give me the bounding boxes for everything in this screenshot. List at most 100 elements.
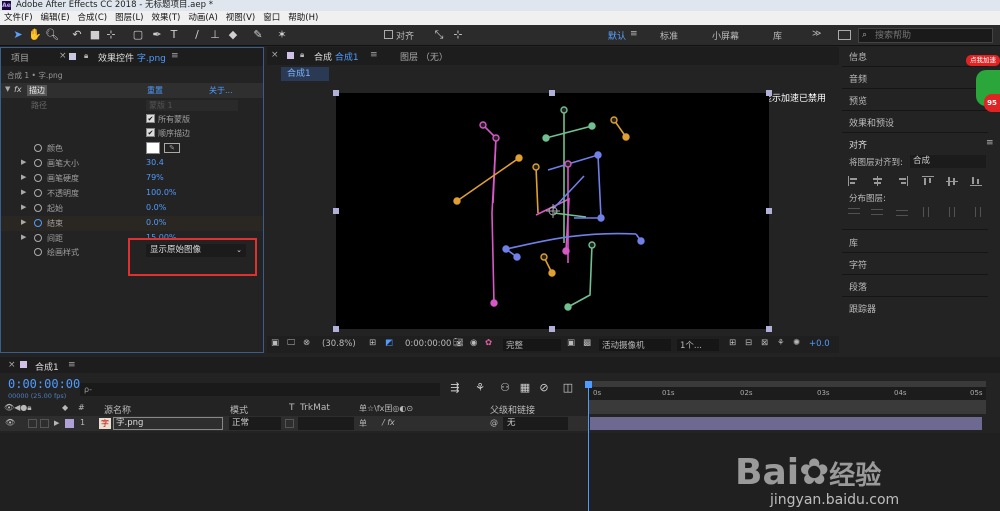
region-icon[interactable]: ◩ (385, 338, 393, 348)
flowchart-icon[interactable]: ⚘ (777, 338, 785, 348)
timecode-display[interactable]: 0:00:00:00 (405, 339, 451, 349)
snap-option2-icon[interactable]: ⊹ (451, 28, 465, 42)
selection-tool-icon[interactable]: ➤ (11, 28, 25, 42)
draft-3d-icon[interactable]: ⚘ (473, 381, 487, 395)
tab-close-icon[interactable]: × (8, 360, 16, 370)
shy-icon[interactable]: ⚇ (498, 381, 512, 395)
comp-canvas[interactable] (336, 93, 769, 329)
menu-layer[interactable]: 图层(L) (111, 11, 147, 25)
fx-switch[interactable]: / fx (382, 418, 395, 427)
path-dropdown[interactable]: 蒙版 1 (146, 100, 238, 111)
work-area-range[interactable] (588, 400, 986, 414)
tab-close-icon[interactable]: × (59, 51, 67, 61)
bounding-handle[interactable] (333, 90, 339, 96)
bounding-handle[interactable] (766, 208, 772, 214)
workspace-default[interactable]: 默认 (608, 29, 626, 42)
transparency-grid-icon[interactable]: ▩ (583, 338, 591, 348)
stopwatch-icon[interactable] (34, 189, 42, 197)
panel-align-title[interactable]: 对齐 (849, 138, 867, 151)
property-row[interactable]: ▶ 画笔硬度 79% (1, 171, 263, 186)
layer-name[interactable]: 字.png (113, 417, 223, 430)
fit-icon[interactable]: ⊞ (369, 338, 376, 348)
quality-dropdown[interactable]: 完整 (503, 339, 561, 351)
property-row[interactable]: ▶ 画笔大小 30.4 (1, 156, 263, 171)
roi-icon[interactable]: ▣ (567, 338, 575, 348)
menu-edit[interactable]: 编辑(E) (37, 11, 74, 25)
timeline-icon[interactable]: ⊠ (761, 338, 768, 348)
snap-option-icon[interactable]: ⤡ (432, 28, 446, 42)
tab-layer[interactable]: 图层 （无） (400, 50, 448, 63)
align-vcenter-icon[interactable] (946, 176, 958, 186)
tab-project[interactable]: 项目 (11, 51, 29, 64)
align-right-icon[interactable] (896, 176, 908, 186)
menu-file[interactable]: 文件(F) (0, 11, 37, 25)
pen-tool-icon[interactable]: ✒ (150, 28, 164, 42)
panel-character[interactable]: 字符 (849, 258, 867, 271)
col-t[interactable]: T (289, 403, 295, 413)
snapshot-icon[interactable]: 📷︎ (453, 338, 464, 348)
fx-icon[interactable]: fx (14, 85, 22, 94)
distribute-left-icon[interactable] (922, 207, 934, 217)
distribute-hcenter-icon[interactable] (946, 207, 958, 217)
trkmat-dropdown[interactable] (298, 417, 354, 430)
property-value[interactable]: 30.4 (146, 158, 164, 167)
pan-behind-tool-icon[interactable]: ⊹ (104, 28, 118, 42)
effect-name[interactable]: 描边 (27, 85, 47, 96)
bounding-handle[interactable] (333, 208, 339, 214)
rectangle-tool-icon[interactable]: ▢ (131, 28, 145, 42)
brush-tool-icon[interactable]: / (190, 28, 204, 42)
effect-header-row[interactable]: ▼ fx 描边 重置 关于... (1, 83, 263, 98)
blend-mode-dropdown[interactable]: 正常 (229, 417, 281, 430)
effect-about-button[interactable]: 关于... (209, 85, 233, 96)
panel-menu-icon[interactable]: ≡ (370, 50, 378, 60)
snap-checkbox[interactable] (384, 30, 393, 39)
col-trkmat[interactable]: TrkMat (300, 403, 330, 413)
col-parent[interactable]: 父级和链接 (490, 403, 535, 416)
menu-composition[interactable]: 合成(C) (74, 11, 112, 25)
panel-preview[interactable]: 预览 (849, 94, 867, 107)
expand-icon[interactable]: ▼ (5, 85, 10, 93)
bounding-handle[interactable] (549, 90, 555, 96)
workspace-menu-icon[interactable]: ≡ (630, 29, 638, 39)
text-tool-icon[interactable]: T (167, 28, 181, 42)
align-hcenter-icon[interactable] (871, 176, 883, 186)
expand-icon[interactable]: ▶ (21, 203, 26, 211)
panel-effects-presets[interactable]: 效果和预设 (849, 116, 894, 129)
color-swatch[interactable] (146, 142, 160, 154)
roto-brush-tool-icon[interactable]: ✎ (251, 28, 265, 42)
panel-menu-icon[interactable]: ≡ (68, 360, 76, 370)
hand-tool-icon[interactable]: ✋ (28, 28, 42, 42)
expand-icon[interactable]: ▶ (21, 218, 26, 226)
comp-viewer[interactable] (336, 93, 769, 329)
workspace-library[interactable]: 库 (773, 29, 782, 42)
preserve-transparency-toggle[interactable] (285, 419, 294, 428)
panel-tracker[interactable]: 跟踪器 (849, 302, 876, 315)
expand-icon[interactable]: ▶ (21, 188, 26, 196)
graph-editor-icon[interactable]: ◫ (561, 381, 575, 395)
exposure-icon[interactable]: ✺ (793, 338, 800, 348)
property-row[interactable]: ▶ 起始 0.0% (1, 201, 263, 216)
bounding-handle[interactable] (333, 326, 339, 332)
bounding-handle[interactable] (766, 90, 772, 96)
col-switches[interactable]: 单☆\fx囯◎◐⊙ (359, 403, 413, 414)
rotate-tool-icon[interactable]: ↶ (70, 28, 84, 42)
lock-toggle[interactable] (40, 419, 49, 428)
align-to-dropdown[interactable]: 合成 (910, 155, 986, 168)
bounding-handle[interactable] (549, 326, 555, 332)
expand-icon[interactable]: ▶ (21, 158, 26, 166)
effect-reset-button[interactable]: 重置 (147, 85, 163, 96)
playhead-handle[interactable] (585, 381, 592, 388)
align-bottom-icon[interactable] (970, 176, 982, 186)
puppet-tool-icon[interactable]: ✶ (275, 28, 289, 42)
property-value[interactable]: 100.0% (146, 188, 177, 197)
frame-blend-icon[interactable]: ▦ (518, 381, 532, 395)
property-value[interactable]: 0.0% (146, 218, 166, 227)
comp-subtab[interactable]: 合成1 (281, 67, 329, 81)
stopwatch-icon[interactable] (34, 159, 42, 167)
playhead[interactable] (588, 385, 589, 511)
workspace-overflow-icon[interactable]: ≫ (812, 29, 821, 39)
toggle-pixel-icon[interactable]: ⊞ (729, 338, 736, 348)
panel-library[interactable]: 库 (849, 236, 858, 249)
distribute-right-icon[interactable] (970, 207, 982, 217)
stopwatch-icon[interactable] (34, 174, 42, 182)
